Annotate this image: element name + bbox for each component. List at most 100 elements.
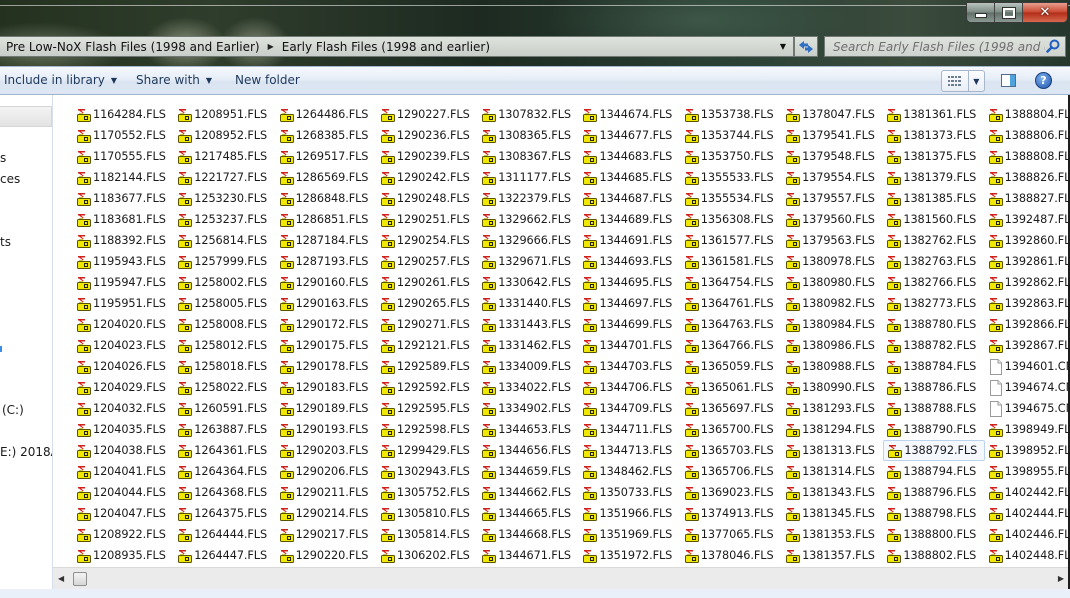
file-item[interactable]: 1364761.FLS <box>681 293 782 314</box>
file-item[interactable]: 1329671.FLS <box>478 251 579 272</box>
file-item[interactable]: 1344703.FLS <box>579 356 680 377</box>
address-bar[interactable]: Pre Low-NoX Flash Files (1998 and Earlie… <box>0 36 794 57</box>
file-item[interactable]: 1208951.FLS <box>174 104 275 125</box>
include-in-library-button[interactable]: Include in library ▼ <box>4 73 117 87</box>
file-item[interactable]: 1348462.FLS <box>579 461 680 482</box>
scroll-right-icon[interactable]: ▶ <box>1058 574 1064 583</box>
file-item[interactable]: 1311177.FLS <box>478 167 579 188</box>
file-item[interactable]: 1204035.FLS <box>73 419 174 440</box>
file-item[interactable]: 1388796.FLS <box>883 482 984 503</box>
file-item[interactable]: 1365706.FLS <box>681 461 782 482</box>
file-item[interactable]: 1364766.FLS <box>681 335 782 356</box>
file-item[interactable]: 1380978.FLS <box>782 251 883 272</box>
file-item[interactable]: 1379557.FLS <box>782 188 883 209</box>
nav-item[interactable]: ts <box>0 235 11 249</box>
file-item[interactable]: 1365061.FLS <box>681 377 782 398</box>
file-item[interactable]: 1344689.FLS <box>579 209 680 230</box>
file-item[interactable]: 1253230.FLS <box>174 188 275 209</box>
file-item[interactable]: 1264361.FLS <box>174 440 275 461</box>
file-item[interactable]: 1204023.FLS <box>73 335 174 356</box>
file-item[interactable]: 1290217.FLS <box>276 524 377 545</box>
file-item[interactable]: 1344659.FLS <box>478 461 579 482</box>
file-item[interactable]: 1290172.FLS <box>276 314 377 335</box>
file-item[interactable]: 1208922.FLS <box>73 524 174 545</box>
file-item[interactable]: 1290251.FLS <box>377 209 478 230</box>
file-item[interactable]: 1306202.FLS <box>377 545 478 566</box>
nav-item[interactable]: s <box>0 151 6 165</box>
file-item[interactable]: 1382773.FLS <box>883 293 984 314</box>
file-item[interactable]: 1353750.FLS <box>681 146 782 167</box>
file-item[interactable]: 1258022.FLS <box>174 377 275 398</box>
file-item[interactable]: 1287184.FLS <box>276 230 377 251</box>
scrollbar-thumb[interactable] <box>73 572 87 586</box>
file-item[interactable]: 1344709.FLS <box>579 398 680 419</box>
file-item[interactable]: 1308367.FLS <box>478 146 579 167</box>
file-item[interactable]: 1381345.FLS <box>782 503 883 524</box>
file-item[interactable]: 1388804.FLS <box>985 104 1070 125</box>
file-item[interactable]: 1381353.FLS <box>782 524 883 545</box>
file-item[interactable]: 1392862.FLS <box>985 272 1070 293</box>
file-item[interactable]: 1381313.FLS <box>782 440 883 461</box>
chevron-down-icon[interactable]: ▼ <box>773 37 793 56</box>
file-item[interactable]: 1290193.FLS <box>276 419 377 440</box>
file-item[interactable]: 1377065.FLS <box>681 524 782 545</box>
file-item[interactable]: 1290206.FLS <box>276 461 377 482</box>
file-item[interactable]: 1344701.FLS <box>579 335 680 356</box>
file-item[interactable]: 1290242.FLS <box>377 167 478 188</box>
file-item[interactable]: 1388794.FLS <box>883 461 984 482</box>
file-item[interactable]: 1388790.FLS <box>883 419 984 440</box>
file-item[interactable]: 1392861.FLS <box>985 251 1070 272</box>
file-item[interactable]: 1344695.FLS <box>579 272 680 293</box>
file-item[interactable]: 1290214.FLS <box>276 503 377 524</box>
file-item[interactable]: 1381343.FLS <box>782 482 883 503</box>
file-item[interactable]: 1195947.FLS <box>73 272 174 293</box>
file-item[interactable]: 1258002.FLS <box>174 272 275 293</box>
file-item[interactable]: 1257999.FLS <box>174 251 275 272</box>
file-item[interactable]: 1302943.FLS <box>377 461 478 482</box>
file-item[interactable]: 1381373.FLS <box>883 125 984 146</box>
file-item[interactable]: 1379541.FLS <box>782 125 883 146</box>
file-item[interactable]: 1392863.FLS <box>985 293 1070 314</box>
file-item[interactable]: 1381379.FLS <box>883 167 984 188</box>
file-item[interactable]: 1378046.FLS <box>681 545 782 566</box>
file-item[interactable]: 1365697.FLS <box>681 398 782 419</box>
file-item[interactable]: 1382766.FLS <box>883 272 984 293</box>
file-item[interactable]: 1260591.FLS <box>174 398 275 419</box>
file-item[interactable]: 1299429.FLS <box>377 440 478 461</box>
file-item[interactable]: 1264486.FLS <box>276 104 377 125</box>
file-item[interactable]: 1208952.FLS <box>174 125 275 146</box>
file-item[interactable]: 1290211.FLS <box>276 482 377 503</box>
file-item[interactable]: 1195951.FLS <box>73 293 174 314</box>
file-item[interactable]: 1379563.FLS <box>782 230 883 251</box>
file-item[interactable]: 1380986.FLS <box>782 335 883 356</box>
file-item[interactable]: 1290163.FLS <box>276 293 377 314</box>
file-item[interactable]: 1221727.FLS <box>174 167 275 188</box>
file-item[interactable]: 1380988.FLS <box>782 356 883 377</box>
file-item[interactable]: 1392860.FLS <box>985 230 1070 251</box>
file-item[interactable]: 1380980.FLS <box>782 272 883 293</box>
file-item[interactable]: 1290236.FLS <box>377 125 478 146</box>
preview-pane-icon[interactable] <box>1001 74 1016 87</box>
file-item[interactable]: 1394601.CNF <box>985 356 1070 377</box>
file-item[interactable]: 1392866.FLS <box>985 314 1070 335</box>
file-item[interactable]: 1258012.FLS <box>174 335 275 356</box>
file-item[interactable]: 1356308.FLS <box>681 209 782 230</box>
search-input[interactable] <box>833 39 1045 54</box>
file-item[interactable]: 1290220.FLS <box>276 545 377 566</box>
file-item[interactable]: 1344665.FLS <box>478 503 579 524</box>
file-item[interactable]: 1392487.FLS <box>985 209 1070 230</box>
file-item[interactable]: 1264447.FLS <box>174 545 275 566</box>
file-item[interactable]: 1290183.FLS <box>276 377 377 398</box>
file-item[interactable]: 1331443.FLS <box>478 314 579 335</box>
file-item[interactable]: 1381357.FLS <box>782 545 883 566</box>
file-item[interactable]: 1334902.FLS <box>478 398 579 419</box>
file-item[interactable]: 1290261.FLS <box>377 272 478 293</box>
file-item[interactable]: 1183681.FLS <box>73 209 174 230</box>
file-item[interactable]: 1305814.FLS <box>377 524 478 545</box>
file-item[interactable]: 1388808.FLS <box>985 146 1070 167</box>
file-item[interactable]: 1264368.FLS <box>174 482 275 503</box>
close-button[interactable]: ✕ <box>1023 3 1067 22</box>
file-item[interactable]: 1258018.FLS <box>174 356 275 377</box>
nav-selected-item[interactable] <box>0 106 52 127</box>
search-icon[interactable] <box>1046 39 1060 53</box>
